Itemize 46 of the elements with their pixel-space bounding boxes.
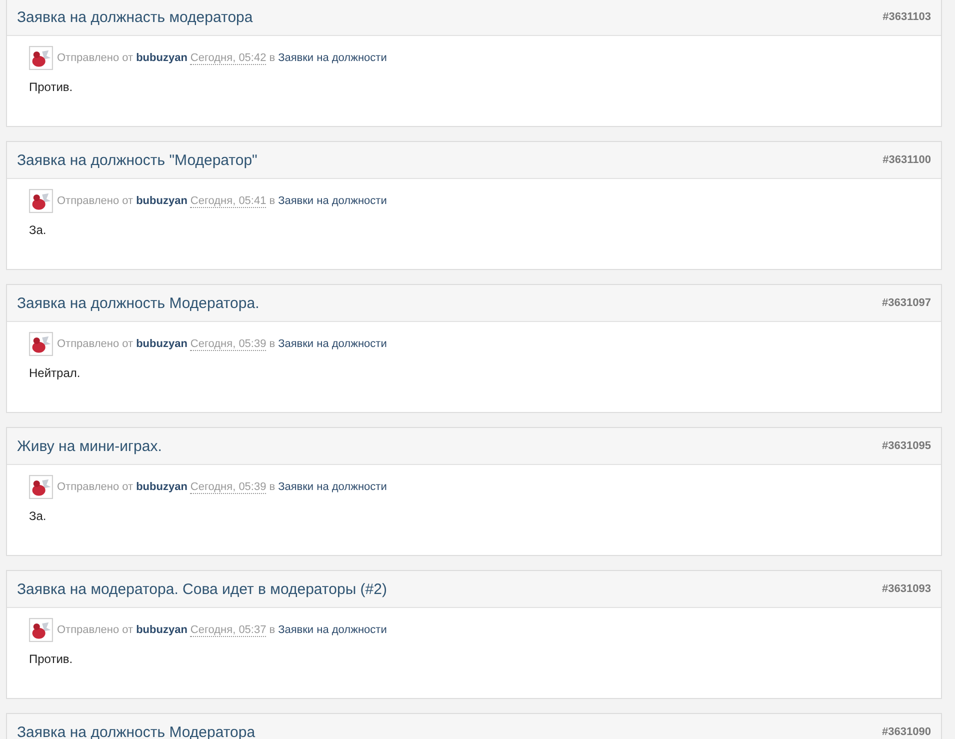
- post-number-link[interactable]: #3631090: [882, 726, 931, 738]
- post-number-link[interactable]: #3631103: [882, 11, 931, 23]
- in-label: в: [269, 481, 276, 493]
- in-label: в: [269, 195, 276, 207]
- author-link[interactable]: bubuzyan: [136, 338, 188, 350]
- post-number-link[interactable]: #3631095: [882, 440, 931, 452]
- post-date: Сегодня, 05:42: [190, 52, 266, 64]
- sent-label: Отправлено от: [57, 338, 134, 350]
- sent-label: Отправлено от: [57, 195, 134, 207]
- post-text: За.: [29, 223, 48, 237]
- post-title-link[interactable]: Заявка на должнасть модератора: [17, 8, 253, 26]
- post-text: За.: [29, 509, 48, 523]
- post-number-link[interactable]: #3631097: [882, 297, 931, 309]
- post-number-link[interactable]: #3631100: [882, 154, 931, 166]
- post-title-link[interactable]: Заявка на должность "Модератор": [17, 152, 258, 168]
- post-text: Против.: [29, 80, 74, 94]
- avatar-icon[interactable]: [29, 46, 53, 70]
- sent-label: Отправлено от: [57, 481, 134, 493]
- post-date: Сегодня, 05:37: [190, 624, 266, 636]
- author-link[interactable]: bubuzyan: [136, 52, 188, 64]
- post-text: Нейтрал.: [29, 366, 82, 380]
- forum-link[interactable]: Заявки на должности: [278, 52, 387, 64]
- forum-link[interactable]: Заявки на должности: [278, 195, 387, 207]
- avatar-icon[interactable]: [29, 618, 53, 642]
- post-date: Сегодня, 05:39: [190, 338, 266, 350]
- post-number-link[interactable]: #3631093: [882, 583, 931, 595]
- avatar-icon[interactable]: [29, 332, 53, 356]
- post-text: Против.: [29, 652, 74, 666]
- sent-label: Отправлено от: [57, 624, 134, 636]
- post-date: Сегодня, 05:39: [190, 480, 266, 494]
- post-date: Сегодня, 05:41: [190, 194, 266, 208]
- forum-link[interactable]: Заявки на должности: [278, 338, 387, 350]
- in-label: в: [269, 52, 276, 64]
- author-link[interactable]: bubuzyan: [136, 195, 188, 207]
- sent-label: Отправлено от: [57, 52, 134, 64]
- author-link[interactable]: bubuzyan: [136, 624, 188, 636]
- post-title-link[interactable]: Живу на мини-играх.: [17, 438, 162, 454]
- avatar-icon[interactable]: [29, 475, 53, 499]
- avatar-icon[interactable]: [29, 189, 53, 213]
- post-title-link[interactable]: Заявка на должность Модератора.: [17, 294, 260, 312]
- in-label: в: [269, 624, 276, 636]
- post-title-link[interactable]: Заявка на модератора. Сова идет в модераторы (#2): [17, 580, 387, 598]
- author-link[interactable]: bubuzyan: [136, 481, 188, 493]
- forum-link[interactable]: Заявки на должности: [278, 624, 387, 636]
- in-label: в: [269, 338, 276, 350]
- forum-link[interactable]: Заявки на должности: [278, 481, 387, 493]
